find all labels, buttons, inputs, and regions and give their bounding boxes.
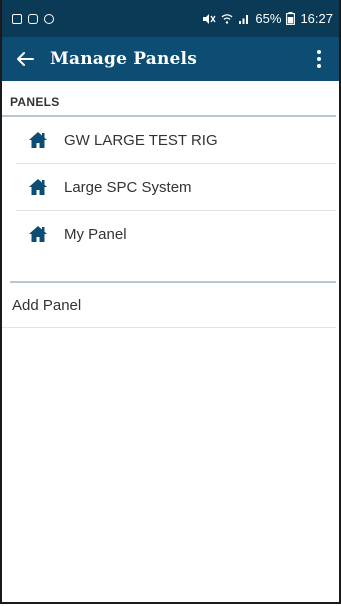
panel-item-my-panel[interactable]: My Panel	[16, 211, 336, 257]
overflow-menu-button[interactable]	[309, 44, 329, 74]
sim-icon	[28, 13, 38, 24]
sync-icon	[44, 13, 54, 24]
status-right: 65% 16:27	[202, 11, 333, 26]
add-panel-button[interactable]: Add Panel	[2, 283, 336, 328]
gallery-icon	[12, 13, 22, 24]
home-icon	[29, 132, 47, 148]
panel-item-gw-large-test-rig[interactable]: GW LARGE TEST RIG	[16, 117, 336, 164]
panels-section-header: PANELS	[2, 81, 336, 117]
mute-icon	[203, 13, 216, 24]
panel-item-label: GW LARGE TEST RIG	[64, 131, 218, 149]
wifi-icon	[221, 13, 233, 24]
battery-percent: 65%	[255, 11, 282, 26]
home-icon	[29, 226, 47, 242]
signal-icon	[239, 14, 249, 24]
more-vert-icon	[317, 50, 321, 54]
home-icon	[29, 179, 47, 195]
back-button[interactable]	[10, 44, 40, 74]
panel-item-label: Large SPC System	[64, 178, 192, 196]
status-bar: 65% 16:27	[2, 0, 339, 37]
app-bar: Manage Panels	[2, 37, 339, 81]
panel-item-label: My Panel	[64, 225, 127, 243]
phone-screen: 65% 16:27 Manage Panels PANELS GW LARGE …	[0, 0, 341, 604]
status-time: 16:27	[300, 11, 333, 26]
panel-item-large-spc-system[interactable]: Large SPC System	[16, 164, 336, 211]
status-left-icons	[12, 13, 54, 24]
page-title: Manage Panels	[50, 49, 197, 69]
arrow-left-icon	[17, 52, 34, 66]
battery-icon	[286, 12, 296, 25]
